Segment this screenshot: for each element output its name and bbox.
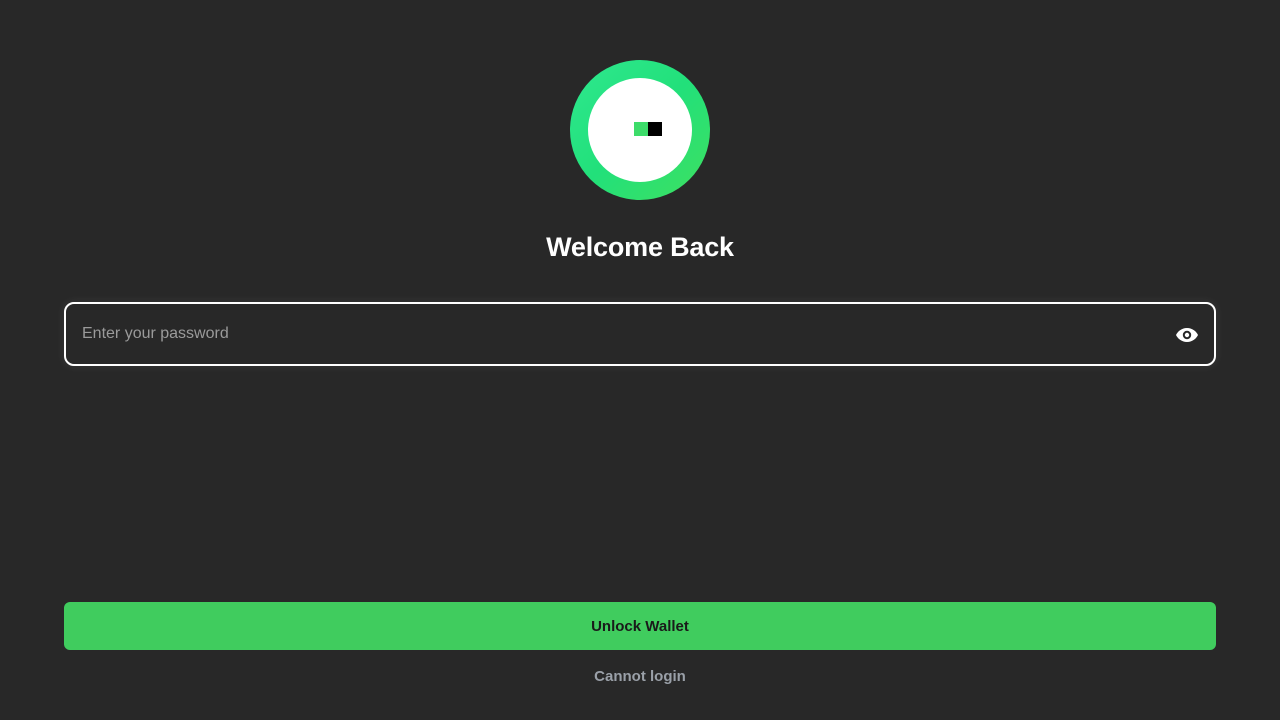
eye-icon <box>1176 328 1198 342</box>
password-field-container <box>64 302 1216 366</box>
logo-mark-black-square <box>648 122 662 136</box>
logo-mark-icon <box>634 122 662 136</box>
cannot-login-link[interactable]: Cannot login <box>0 668 1280 685</box>
wallet-logo <box>570 60 710 200</box>
page-title: Welcome Back <box>546 232 734 262</box>
logo-inner-circle <box>588 78 692 182</box>
show-password-toggle[interactable] <box>1174 322 1200 348</box>
unlock-wallet-button[interactable]: Unlock Wallet <box>64 602 1216 650</box>
login-screen: Welcome Back Unlock Wallet Cannot login <box>0 0 1280 720</box>
logo-mark-green-square <box>634 122 648 136</box>
password-input[interactable] <box>82 304 1142 364</box>
